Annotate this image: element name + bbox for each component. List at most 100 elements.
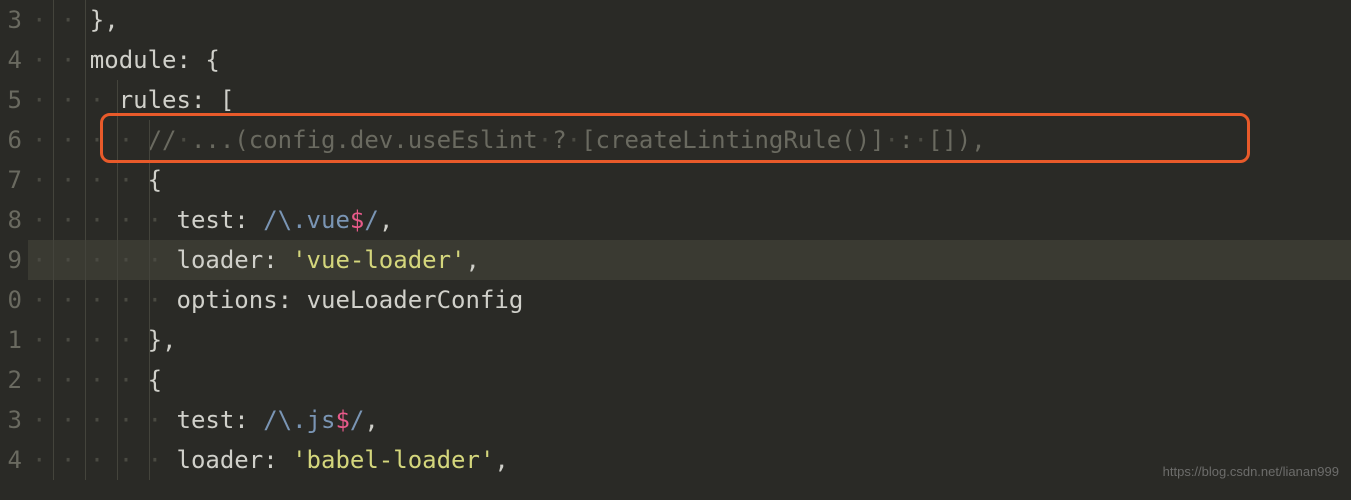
line-number: 3: [0, 0, 22, 40]
indent-guide: [85, 80, 86, 120]
indent-guide: [85, 440, 86, 480]
line-number: 1: [0, 320, 22, 360]
indent-guide: [85, 0, 86, 40]
indent-guide: [117, 160, 118, 200]
token-regex-anchor: $: [335, 406, 349, 434]
line-number: 0: [0, 280, 22, 320]
token-punct: },: [90, 6, 119, 34]
indent-guide: [53, 280, 54, 320]
indent-guide: [149, 240, 150, 280]
line-number: 4: [0, 40, 22, 80]
token-punct: ,: [364, 406, 378, 434]
indent-guide: [85, 280, 86, 320]
code-line[interactable]: · · · · {: [28, 160, 1351, 200]
indent-guide: [85, 240, 86, 280]
token-key: loader: [177, 246, 264, 274]
token-punct: ,: [466, 246, 480, 274]
indent-guide: [85, 40, 86, 80]
token-key: options: [177, 286, 278, 314]
whitespace-indicator: · · ·: [32, 86, 119, 114]
indent-guide: [53, 360, 54, 400]
whitespace-indicator: · ·: [32, 6, 90, 34]
token-punct: : [: [191, 86, 234, 114]
line-number: 8: [0, 200, 22, 240]
token-regex: /: [364, 206, 378, 234]
token-punct: ,: [494, 446, 508, 474]
line-number: 4: [0, 440, 22, 480]
watermark-text: https://blog.csdn.net/lianan999: [1163, 452, 1339, 492]
indent-guide: [117, 80, 118, 120]
token-punct: :: [278, 286, 307, 314]
code-line[interactable]: · · · · · loader: 'vue-loader',: [28, 240, 1351, 280]
line-number: 7: [0, 160, 22, 200]
token-string: 'babel-loader': [292, 446, 494, 474]
code-line[interactable]: · · · · },: [28, 320, 1351, 360]
code-line[interactable]: · · · rules: [: [28, 80, 1351, 120]
whitespace-indicator: · ·: [32, 46, 90, 74]
indent-guide: [85, 400, 86, 440]
token-regex: /: [350, 406, 364, 434]
indent-guide: [53, 0, 54, 40]
indent-guide: [149, 400, 150, 440]
token-key: loader: [177, 446, 264, 474]
indent-guide: [85, 360, 86, 400]
code-line[interactable]: · · · · //·...(config.dev.useEslint·?·[c…: [28, 120, 1351, 160]
line-number: 2: [0, 360, 22, 400]
indent-guide: [149, 320, 150, 360]
whitespace-indicator: · · · ·: [32, 126, 148, 154]
indent-guide: [149, 120, 150, 160]
line-number: 6: [0, 120, 22, 160]
whitespace-indicator: · · · ·: [32, 166, 148, 194]
indent-guide: [117, 440, 118, 480]
indent-guide: [149, 440, 150, 480]
code-line[interactable]: · · · · · test: /\.vue$/,: [28, 200, 1351, 240]
code-line[interactable]: · · · · {: [28, 360, 1351, 400]
indent-guide: [53, 160, 54, 200]
token-punct: },: [148, 326, 177, 354]
indent-guide: [53, 120, 54, 160]
indent-guide: [53, 400, 54, 440]
code-line[interactable]: · · module: {: [28, 40, 1351, 80]
indent-guide: [149, 160, 150, 200]
token-punct: :: [234, 406, 263, 434]
token-punct: :: [263, 446, 292, 474]
line-number: 9: [0, 240, 22, 280]
token-key: module: [90, 46, 177, 74]
code-line[interactable]: · · },: [28, 0, 1351, 40]
code-line[interactable]: · · · · · loader: 'babel-loader',: [28, 440, 1351, 480]
indent-guide: [117, 280, 118, 320]
indent-guide: [85, 200, 86, 240]
code-area[interactable]: · · },· · module: {· · · rules: [· · · ·…: [28, 0, 1351, 500]
line-number-gutter: 345678901234: [0, 0, 28, 500]
indent-guide: [85, 320, 86, 360]
token-punct: :: [234, 206, 263, 234]
indent-guide: [53, 240, 54, 280]
indent-guide: [85, 160, 86, 200]
token-regex-anchor: $: [350, 206, 364, 234]
indent-guide: [117, 360, 118, 400]
token-punct: :: [263, 246, 292, 274]
indent-guide: [149, 200, 150, 240]
token-key: rules: [119, 86, 191, 114]
whitespace-indicator: · · · ·: [32, 366, 148, 394]
indent-guide: [117, 120, 118, 160]
indent-guide: [53, 440, 54, 480]
indent-guide: [53, 320, 54, 360]
line-number: 5: [0, 80, 22, 120]
line-number: 3: [0, 400, 22, 440]
token-comment: //·...(config.dev.useEslint·?·[createLin…: [148, 126, 986, 154]
code-editor[interactable]: 345678901234 · · },· · module: {· · · ru…: [0, 0, 1351, 500]
indent-guide: [85, 120, 86, 160]
code-line[interactable]: · · · · · options: vueLoaderConfig: [28, 280, 1351, 320]
token-string: 'vue-loader': [292, 246, 465, 274]
code-line[interactable]: · · · · · test: /\.js$/,: [28, 400, 1351, 440]
token-punct: ,: [379, 206, 393, 234]
indent-guide: [149, 280, 150, 320]
token-ident: vueLoaderConfig: [307, 286, 524, 314]
indent-guide: [53, 80, 54, 120]
token-punct: : {: [177, 46, 220, 74]
token-key: test: [177, 406, 235, 434]
indent-guide: [117, 320, 118, 360]
token-key: test: [177, 206, 235, 234]
token-regex: /\.vue: [263, 206, 350, 234]
